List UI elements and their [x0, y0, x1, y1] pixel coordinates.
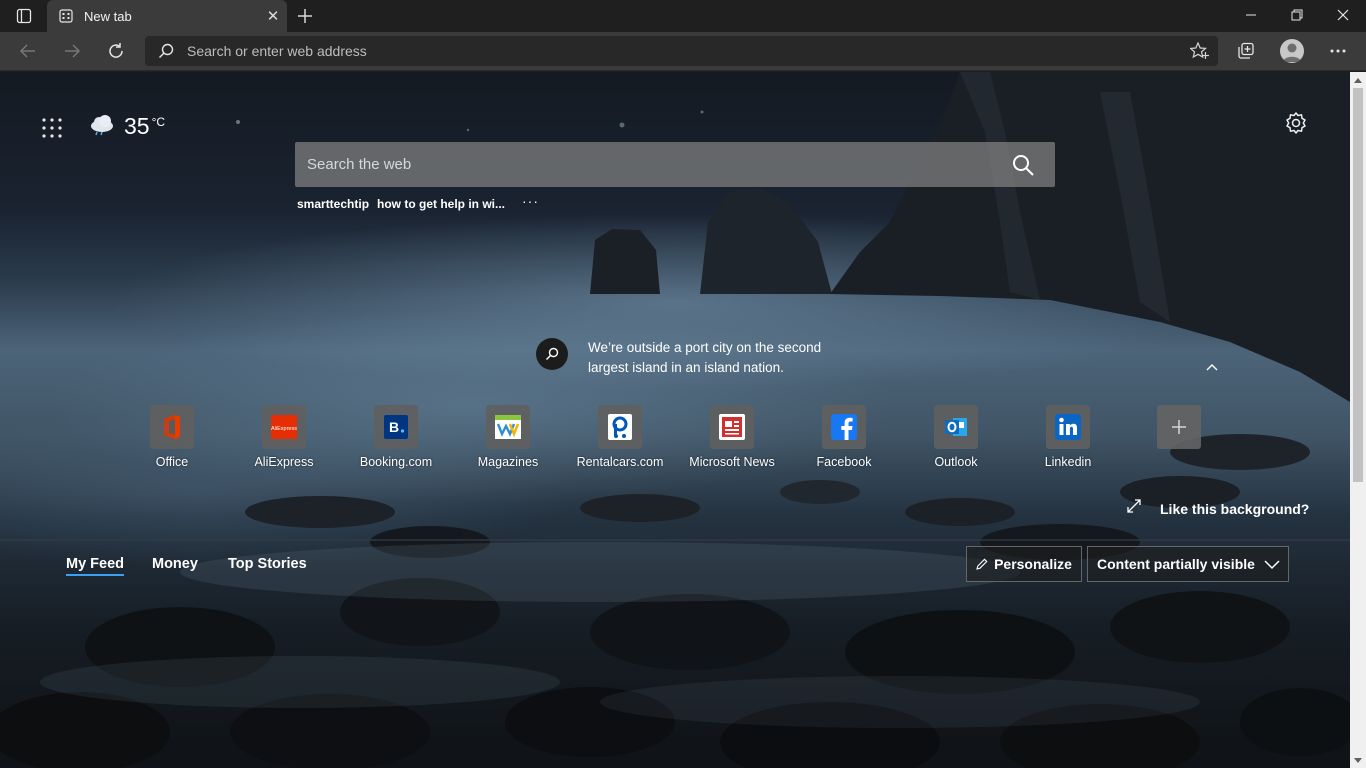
- refresh-button[interactable]: [101, 36, 131, 66]
- collections-button[interactable]: [1231, 36, 1261, 66]
- new-tab-button[interactable]: [292, 4, 318, 28]
- scroll-up-icon[interactable]: [1350, 72, 1366, 88]
- search-icon[interactable]: [1011, 153, 1035, 177]
- svg-text:B: B: [389, 419, 399, 435]
- background-info[interactable]: We’re outside a port city on the second …: [536, 338, 848, 378]
- quick-link-linkedin[interactable]: Linkedin: [1012, 405, 1124, 477]
- background-fact-text: We’re outside a port city on the second …: [588, 340, 822, 375]
- tab-actions-icon[interactable]: [10, 6, 38, 26]
- weather-widget[interactable]: 35 °C: [88, 112, 165, 141]
- newtab-favicon-icon: [58, 8, 74, 24]
- quick-link-facebook[interactable]: Facebook: [788, 405, 900, 477]
- tab-new-tab[interactable]: New tab ✕: [47, 0, 287, 32]
- forward-button[interactable]: [57, 36, 87, 66]
- address-input[interactable]: [187, 36, 1147, 66]
- tab-my-feed[interactable]: My Feed: [66, 556, 125, 576]
- apps-launcher-icon[interactable]: [40, 116, 64, 140]
- minimize-button[interactable]: [1228, 0, 1274, 30]
- search-icon: [158, 43, 174, 64]
- feed-divider: [0, 539, 1350, 541]
- tile-label: Booking.com: [359, 455, 433, 469]
- quick-link-aliexpress[interactable]: AliExpress AliExpress: [228, 405, 340, 477]
- news-icon: [710, 405, 754, 449]
- new-tab-page: 35 °C smarttechtip how to get help in wi…: [0, 72, 1350, 768]
- facebook-icon: [822, 405, 866, 449]
- chevron-down-icon: [1264, 557, 1280, 574]
- magazines-icon: [486, 405, 530, 449]
- cloud-icon: [88, 112, 116, 141]
- web-search-input[interactable]: [307, 142, 997, 187]
- close-tab-icon[interactable]: ✕: [259, 2, 287, 30]
- search-suggestion-1[interactable]: smarttechtip: [297, 197, 369, 211]
- personalize-label: Personalize: [994, 556, 1072, 572]
- tab-money[interactable]: Money: [152, 556, 198, 572]
- quick-link-outlook[interactable]: Outlook: [900, 405, 1012, 477]
- tab-title: New tab: [84, 8, 132, 24]
- gear-icon[interactable]: [1284, 111, 1310, 137]
- tile-label: Magazines: [477, 455, 539, 469]
- office-icon: [150, 405, 194, 449]
- restore-button[interactable]: [1274, 0, 1320, 30]
- collapse-chevron-icon[interactable]: [1205, 359, 1225, 379]
- search-suggestion-2[interactable]: how to get help in wi...: [377, 197, 505, 211]
- personalize-button[interactable]: Personalize: [966, 546, 1082, 582]
- more-suggestions-button[interactable]: ···: [522, 193, 539, 209]
- page-scrollbar[interactable]: [1350, 72, 1366, 768]
- tile-label: Linkedin: [1044, 455, 1092, 469]
- tile-label: Facebook: [816, 455, 872, 469]
- tab-top-stories[interactable]: Top Stories: [228, 556, 307, 572]
- add-favorite-icon[interactable]: [1189, 41, 1210, 65]
- expand-icon: [1126, 498, 1142, 519]
- weather-temperature: 35: [124, 113, 150, 139]
- close-window-button[interactable]: [1320, 0, 1366, 30]
- aliexpress-icon: AliExpress: [262, 405, 306, 449]
- address-bar[interactable]: [145, 36, 1218, 66]
- outlook-icon: [934, 405, 978, 449]
- linkedin-icon: [1046, 405, 1090, 449]
- quick-link-rentalcars[interactable]: Rentalcars.com: [564, 405, 676, 477]
- like-background-button[interactable]: Like this background?: [1126, 498, 1309, 519]
- booking-icon: B: [374, 405, 418, 449]
- add-site-button[interactable]: [1157, 405, 1201, 449]
- quick-link-office[interactable]: Office: [116, 405, 228, 477]
- weather-unit: °C: [151, 115, 166, 129]
- like-background-label: Like this background?: [1160, 500, 1310, 517]
- scrollbar-thumb[interactable]: [1353, 88, 1363, 482]
- tile-label: Office: [155, 455, 189, 469]
- toolbar: [0, 32, 1366, 71]
- tile-label: Microsoft News: [689, 455, 775, 469]
- title-bar: New tab ✕: [0, 0, 1366, 32]
- tile-label: Rentalcars.com: [576, 455, 664, 469]
- svg-text:AliExpress: AliExpress: [271, 426, 297, 432]
- tile-label: Outlook: [934, 455, 978, 469]
- profile-avatar[interactable]: [1280, 39, 1304, 63]
- back-button[interactable]: [13, 36, 43, 66]
- quick-link-booking[interactable]: B Booking.com: [340, 405, 452, 477]
- content-visibility-label: Content partially visible: [1097, 556, 1255, 572]
- quick-link-microsoft-news[interactable]: Microsoft News: [676, 405, 788, 477]
- tile-label: AliExpress: [254, 455, 314, 469]
- pencil-icon: [976, 558, 988, 570]
- quick-link-magazines[interactable]: Magazines: [452, 405, 564, 477]
- web-search-box[interactable]: [295, 142, 1055, 187]
- rentalcars-icon: [598, 405, 642, 449]
- more-options-button[interactable]: [1323, 36, 1353, 66]
- scroll-down-icon[interactable]: [1350, 752, 1366, 768]
- magnifier-icon: [536, 338, 568, 370]
- content-visibility-dropdown[interactable]: Content partially visible: [1087, 546, 1289, 582]
